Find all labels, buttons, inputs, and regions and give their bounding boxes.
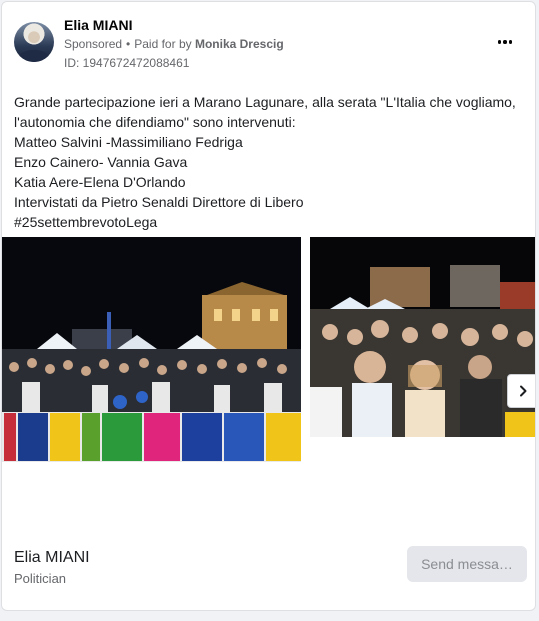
post-text-line: Grande partecipazione ieri a Marano Lagu… [14, 94, 516, 110]
more-options-icon[interactable] [493, 32, 517, 52]
carousel-image-crowd-square[interactable] [2, 237, 301, 462]
post-text-line: Katia Aere-Elena D'Orlando [14, 174, 186, 190]
post-text-line: Enzo Cainero- Vannia Gava [14, 154, 188, 170]
post-text-line: Matteo Salvini -Massimiliano Fedriga [14, 134, 243, 150]
post-text: Grande partecipazione ieri a Marano Lagu… [14, 92, 529, 232]
paid-for-prefix: Paid for by [134, 37, 192, 51]
paid-for-name: Monika Drescig [194, 37, 284, 51]
footer-page-name[interactable]: Elia MIANI [14, 549, 90, 567]
author-avatar[interactable] [14, 22, 54, 62]
send-message-button[interactable]: Send messa… [407, 546, 527, 582]
carousel-image-crowd-closeup[interactable] [310, 237, 535, 437]
carousel-next-button[interactable] [507, 374, 535, 408]
sponsored-label: Sponsored [64, 37, 123, 51]
post-hashtag[interactable]: #25settembrevotoLega [14, 212, 529, 232]
sponsored-meta: Sponsored • Paid for by Monika Drescig [64, 37, 284, 51]
ad-id: ID: 1947672472088461 [64, 56, 190, 70]
sponsored-post-card: Elia MIANI Sponsored • Paid for by Monika … [1, 1, 536, 611]
crowd-closeup-photo [310, 237, 535, 437]
chevron-right-icon [520, 385, 527, 397]
post-text-line: Intervistati da Pietro Senaldi Direttore… [14, 194, 304, 210]
post-text-line: l'autonomia che difendiamo" sono interve… [14, 114, 296, 130]
footer-page-category: Politician [14, 571, 67, 586]
crowd-square-photo [2, 237, 301, 462]
author-name[interactable]: Elia MIANI [64, 17, 132, 33]
image-carousel [2, 237, 535, 467]
